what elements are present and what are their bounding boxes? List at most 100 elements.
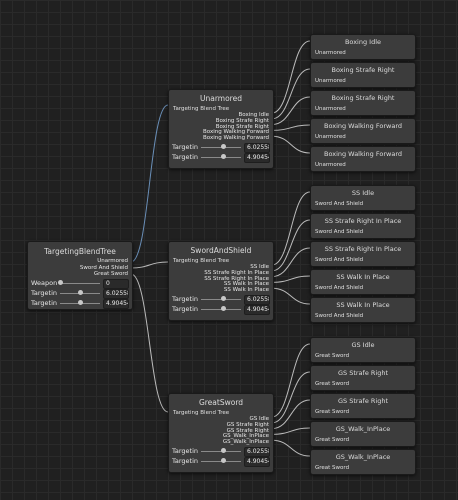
- param-row: Targetin 6.02558: [169, 142, 273, 153]
- connection-wire: [271, 287, 311, 305]
- param-label: Targetin: [172, 294, 199, 303]
- animation-clip-node[interactable]: SS Walk In Place Sword And Shield: [310, 269, 416, 295]
- animation-clip-node[interactable]: GS_Walk_InPlace Great Sword: [310, 449, 416, 475]
- animation-clip-node[interactable]: Boxing Walking Forward Unarmored: [310, 146, 416, 172]
- root-param-targeting-y: Targetin 4.90454: [28, 298, 132, 309]
- clip-title: Boxing Strafe Right: [331, 66, 395, 74]
- connection-wire: [271, 191, 311, 266]
- output-list: GS Idle GS Strafe Right GS Strafe Right GS_…: [169, 416, 273, 446]
- animation-clip-node[interactable]: GS Strafe Right Great Sword: [310, 393, 416, 419]
- clip-parent-label: Great Sword: [315, 353, 350, 359]
- root-output-label: Sword And Shield: [79, 264, 128, 271]
- param-slider-knob[interactable]: [221, 458, 226, 464]
- clip-title: SS Walk In Place: [336, 273, 390, 281]
- clip-parent-label: Great Sword: [315, 409, 350, 415]
- animation-clip-node[interactable]: SS Strafe Right In Place Sword And Shield: [310, 241, 416, 267]
- clip-title: GS_Walk_InPlace: [335, 453, 391, 461]
- clip-title: Boxing Walking Forward: [323, 122, 403, 130]
- animation-clip-node[interactable]: SS Idle Sword And Shield: [310, 185, 416, 211]
- clip-title: SS Idle: [351, 189, 375, 197]
- animation-clip-node[interactable]: SS Strafe Right In Place Sword And Shield: [310, 213, 416, 239]
- animation-clip-node[interactable]: GS Idle Great Sword: [310, 337, 416, 363]
- node-title: GreatSword: [198, 398, 244, 407]
- root-blend-tree-node[interactable]: TargetingBlendTree Unarmored Sword And S…: [27, 241, 133, 310]
- param-slider-track[interactable]: [60, 282, 100, 284]
- clip-title: SS Strafe Right In Place: [324, 217, 402, 225]
- param-label: Targetin: [172, 142, 199, 151]
- clip-title: Boxing Walking Forward: [323, 150, 403, 158]
- param-slider-knob[interactable]: [221, 296, 226, 302]
- clip-parent-label: Unarmored: [315, 106, 346, 112]
- param-label: Targetin: [172, 456, 199, 465]
- clip-title: Boxing Idle: [344, 38, 382, 46]
- clip-title: Boxing Strafe Right: [331, 94, 395, 102]
- animation-clip-node[interactable]: SS Walk In Place Sword And Shield: [310, 297, 416, 323]
- param-value-field[interactable]: 4.90454: [244, 304, 270, 315]
- clip-parent-label: Sword And Shield: [315, 201, 364, 207]
- param-label: Targetin: [31, 298, 58, 307]
- param-row: Targetin 4.90454: [169, 304, 273, 315]
- clip-parent-label: Sword And Shield: [315, 229, 364, 235]
- animation-clip-node[interactable]: GS Strafe Right Great Sword: [310, 365, 416, 391]
- param-slider-knob[interactable]: [221, 154, 226, 160]
- connection-wire: [130, 104, 169, 263]
- connection-wire: [271, 439, 311, 457]
- clip-parent-label: Unarmored: [315, 78, 346, 84]
- output-list: Boxing Idle Boxing Strafe Right Boxing Str…: [169, 112, 273, 142]
- clip-title: GS Idle: [351, 341, 375, 349]
- param-row: Targetin 6.02558: [169, 294, 273, 305]
- connection-wire: [130, 261, 169, 269]
- param-slider-knob[interactable]: [221, 306, 226, 312]
- connection-wire: [271, 40, 311, 114]
- param-slider-knob[interactable]: [78, 300, 83, 306]
- clip-title: SS Walk In Place: [336, 301, 390, 309]
- clip-title: GS Strafe Right: [337, 369, 389, 377]
- param-slider-knob[interactable]: [221, 448, 226, 454]
- root-param-targeting-x: Targetin 6.02558: [28, 288, 132, 299]
- animation-clip-node[interactable]: GS_Walk_InPlace Great Sword: [310, 421, 416, 447]
- param-slider-knob[interactable]: [221, 144, 226, 150]
- param-row: Targetin 4.90454: [169, 152, 273, 163]
- clip-parent-label: Sword And Shield: [315, 257, 364, 263]
- param-slider-knob[interactable]: [78, 290, 83, 296]
- sword-and-shield-blend-tree-node[interactable]: SwordAndShield Targeting Blend Tree SS Idl…: [168, 241, 274, 321]
- connection-wire: [271, 135, 311, 154]
- connection-wire: [271, 124, 311, 131]
- animation-clip-node[interactable]: Boxing Walking Forward Unarmored: [310, 118, 416, 144]
- clip-parent-label: Great Sword: [315, 437, 350, 443]
- param-label: Targetin: [172, 304, 199, 313]
- param-value-field[interactable]: 4.90454: [244, 152, 270, 163]
- node-title: Unarmored: [200, 94, 242, 103]
- param-value-field[interactable]: 4.90454: [103, 298, 129, 309]
- clip-parent-label: Great Sword: [315, 465, 350, 471]
- clip-title: GS_Walk_InPlace: [335, 425, 391, 433]
- clip-title: SS Strafe Right In Place: [324, 245, 402, 253]
- param-label: Targetin: [172, 152, 199, 161]
- clip-parent-label: Great Sword: [315, 381, 350, 387]
- root-param-weapon: Weapon 0: [28, 278, 132, 289]
- connection-wire: [271, 275, 311, 283]
- clip-parent-label: Unarmored: [315, 50, 346, 56]
- param-slider-knob[interactable]: [58, 280, 63, 286]
- animation-clip-node[interactable]: Boxing Strafe Right Unarmored: [310, 62, 416, 88]
- output-list: SS Idle SS Strafe Right In Place SS Strafe…: [169, 264, 273, 294]
- param-label: Targetin: [31, 288, 58, 297]
- clip-parent-label: Sword And Shield: [315, 313, 364, 319]
- param-value-field[interactable]: 4.90454: [244, 456, 270, 467]
- connection-wire: [271, 427, 311, 435]
- param-row: Targetin 6.02558: [169, 446, 273, 457]
- clip-parent-label: Unarmored: [315, 162, 346, 168]
- param-label: Weapon: [31, 278, 58, 287]
- node-title: SwordAndShield: [190, 246, 252, 255]
- unarmored-blend-tree-node[interactable]: Unarmored Targeting Blend Tree Boxing Idle…: [168, 89, 274, 169]
- param-row: Targetin 4.90454: [169, 456, 273, 467]
- animation-clip-node[interactable]: Boxing Idle Unarmored: [310, 34, 416, 60]
- param-label: Targetin: [172, 446, 199, 455]
- animation-clip-node[interactable]: Boxing Strafe Right Unarmored: [310, 90, 416, 116]
- great-sword-blend-tree-node[interactable]: GreatSword Targeting Blend Tree GS Idle GS …: [168, 393, 274, 473]
- clip-title: GS Strafe Right: [337, 397, 389, 405]
- clip-parent-label: Sword And Shield: [315, 285, 364, 291]
- connection-wire: [271, 343, 311, 418]
- connection-wire: [130, 273, 169, 413]
- clip-parent-label: Unarmored: [315, 134, 346, 140]
